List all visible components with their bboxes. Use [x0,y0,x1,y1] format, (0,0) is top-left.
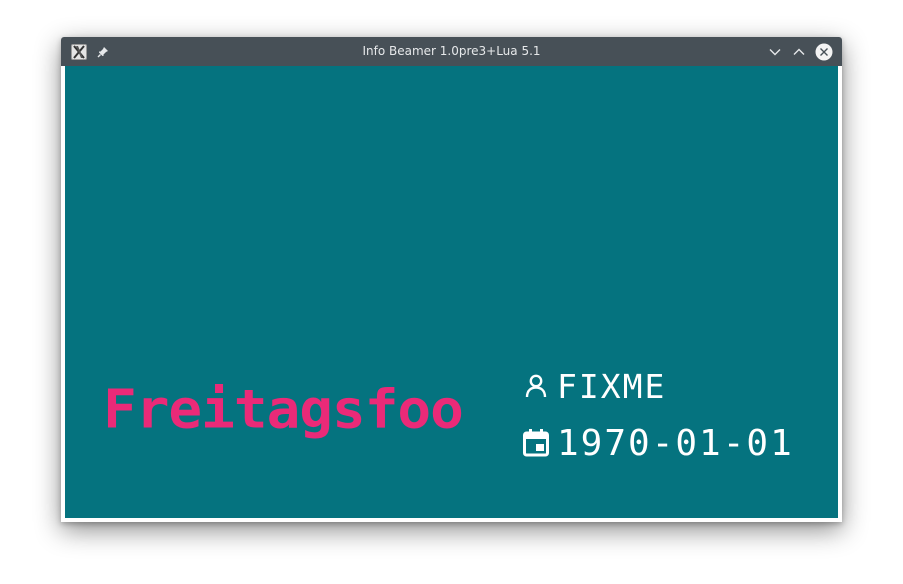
user-icon [521,371,551,401]
host-name: FIXME [557,366,667,406]
brand-title: Freitagsfoo [103,378,464,441]
host-row: FIXME [521,366,666,406]
event-date: 1970-01-01 [557,422,794,464]
window-title: Info Beamer 1.0pre3+Lua 5.1 [362,44,541,58]
title-bar[interactable]: Info Beamer 1.0pre3+Lua 5.1 [61,37,842,66]
display-area: Freitagsfoo FIXME 1970-01-01 [65,66,838,518]
calendar-icon [521,428,551,458]
chevron-down-icon[interactable] [764,37,786,66]
app-window: Info Beamer 1.0pre3+Lua 5.1 Freitagsfoo [61,37,842,522]
date-row: 1970-01-01 [521,421,794,465]
close-icon[interactable] [813,37,835,66]
chevron-up-icon[interactable] [788,37,810,66]
